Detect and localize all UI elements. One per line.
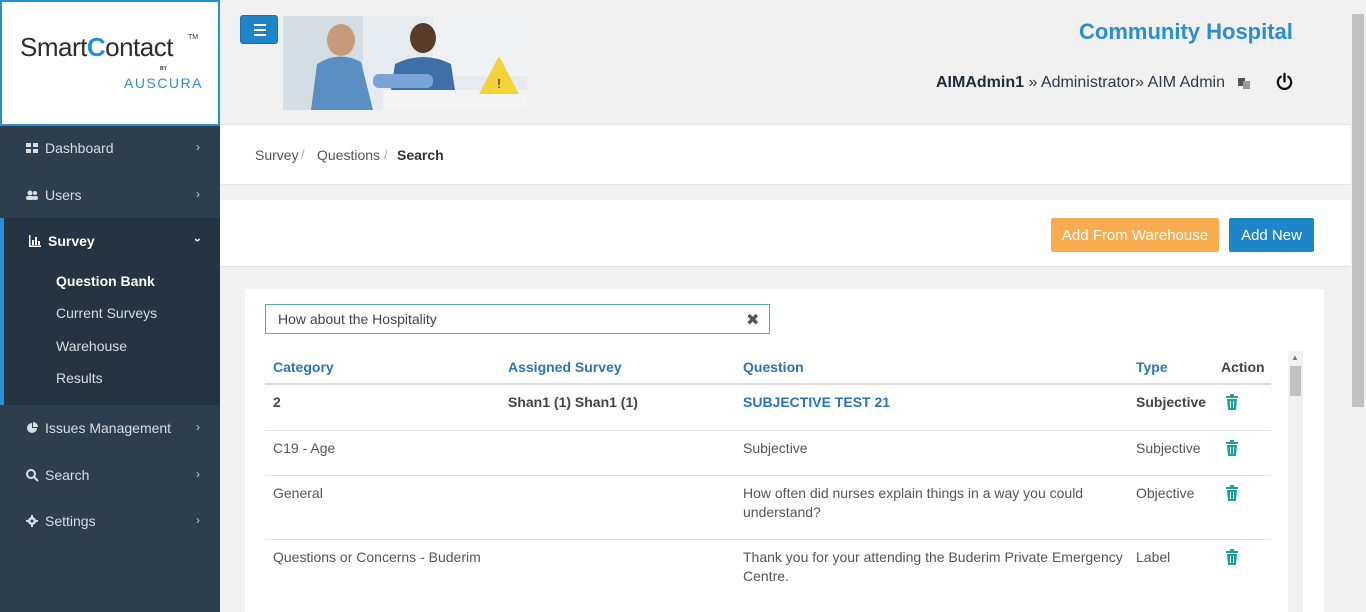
menu-toggle-button[interactable] bbox=[240, 15, 278, 44]
breadcrumb-separator: / bbox=[301, 147, 305, 162]
cell-category: Questions or Concerns - Buderim bbox=[273, 549, 481, 565]
sidebar-sub-warehouse[interactable]: Warehouse bbox=[56, 338, 127, 354]
sidebar-item-label: Users bbox=[45, 187, 82, 203]
brand-name: SmartContact bbox=[20, 32, 173, 62]
breadcrumb bbox=[220, 125, 1350, 185]
add-from-warehouse-button[interactable]: Add From Warehouse bbox=[1051, 218, 1219, 252]
cell-category: 2 bbox=[273, 394, 281, 410]
sidebar-item-label: Dashboard bbox=[45, 140, 114, 156]
svg-text:!: ! bbox=[497, 77, 502, 91]
sidebar-item-label: Survey bbox=[48, 233, 95, 249]
sidebar-item-issues-management[interactable]: Issues Management › bbox=[0, 408, 220, 448]
column-header-category[interactable]: Category bbox=[273, 359, 334, 375]
sidebar-item-settings[interactable]: Settings › bbox=[0, 501, 220, 541]
chevron-right-icon: › bbox=[196, 187, 200, 201]
chevron-down-icon: › bbox=[191, 238, 205, 242]
chevron-right-icon: › bbox=[196, 420, 200, 434]
user-info: AIMAdmin1 » Administrator» AIM Admin bbox=[936, 74, 1225, 92]
brand-sub: AUSCURA bbox=[124, 75, 203, 91]
column-header-assigned-survey[interactable]: Assigned Survey bbox=[508, 359, 622, 375]
cell-type: Objective bbox=[1136, 485, 1195, 501]
cell-type: Subjective bbox=[1136, 394, 1207, 410]
brand-logo[interactable]: SmartContact TM BY AUSCURA bbox=[0, 0, 220, 126]
clear-search-icon[interactable]: ✖ bbox=[746, 310, 759, 330]
add-new-button[interactable]: Add New bbox=[1229, 218, 1314, 252]
gear-icon bbox=[26, 515, 38, 527]
breadcrumb-current: Search bbox=[397, 147, 444, 163]
sidebar-item-users[interactable]: Users › bbox=[0, 175, 220, 215]
table-scrollbar-thumb[interactable] bbox=[1290, 366, 1301, 396]
language-icon[interactable] bbox=[1237, 76, 1251, 90]
sidebar-sub-results[interactable]: Results bbox=[56, 370, 103, 386]
sidebar-sub-question-bank[interactable]: Question Bank bbox=[56, 273, 155, 289]
sidebar-item-label: Issues Management bbox=[45, 420, 172, 436]
hospital-title: Community Hospital bbox=[1079, 19, 1293, 44]
brand-trademark: TM bbox=[188, 34, 199, 41]
cell-question-link[interactable]: SUBJECTIVE TEST 21 bbox=[743, 393, 890, 412]
trash-icon[interactable] bbox=[1225, 440, 1239, 456]
trash-icon[interactable] bbox=[1225, 485, 1239, 501]
search-field[interactable] bbox=[265, 304, 770, 334]
scroll-up-arrow-icon[interactable]: ▲ bbox=[1291, 353, 1299, 362]
trash-icon[interactable] bbox=[1225, 549, 1239, 565]
pie-chart-icon bbox=[27, 422, 38, 433]
trash-icon[interactable] bbox=[1225, 394, 1239, 410]
user-role: » Administrator» AIM Admin bbox=[1024, 74, 1225, 91]
row-divider bbox=[265, 475, 1271, 476]
breadcrumb-survey[interactable]: Survey bbox=[255, 147, 299, 163]
sidebar-item-label: Settings bbox=[45, 513, 96, 529]
power-icon[interactable] bbox=[1275, 72, 1294, 91]
breadcrumb-questions[interactable]: Questions bbox=[317, 147, 380, 163]
sidebar-item-search[interactable]: Search › bbox=[0, 455, 220, 495]
page-scrollbar-thumb[interactable] bbox=[1352, 14, 1364, 407]
sidebar-item-dashboard[interactable]: Dashboard › bbox=[0, 128, 220, 168]
row-divider bbox=[265, 539, 1271, 540]
column-header-question[interactable]: Question bbox=[743, 359, 804, 375]
username[interactable]: AIMAdmin1 bbox=[936, 74, 1024, 91]
cell-question-continued: understand? bbox=[743, 504, 821, 520]
chevron-right-icon: › bbox=[196, 140, 200, 154]
column-header-action: Action bbox=[1221, 359, 1265, 375]
sidebar-item-label: Search bbox=[45, 467, 90, 483]
brand-by: BY bbox=[160, 66, 167, 72]
cell-category: C19 - Age bbox=[273, 440, 336, 456]
sidebar-item-survey[interactable]: Survey › bbox=[0, 221, 220, 261]
column-header-type[interactable]: Type bbox=[1136, 359, 1168, 375]
cell-type: Subjective bbox=[1136, 440, 1201, 456]
cell-assigned-survey: Shan1 (1) Shan1 (1) bbox=[508, 394, 638, 410]
row-divider bbox=[265, 430, 1271, 431]
chevron-right-icon: › bbox=[196, 513, 200, 527]
sidebar: SmartContact TM BY AUSCURA Dashboard › U… bbox=[0, 0, 220, 612]
cell-question: How often did nurses explain things in a… bbox=[743, 485, 1084, 501]
dashboard-icon bbox=[26, 143, 38, 153]
header-banner-image: ! bbox=[283, 16, 527, 110]
cell-question-continued: Centre. bbox=[743, 568, 789, 584]
bar-chart-icon bbox=[29, 235, 41, 247]
search-icon bbox=[26, 469, 39, 482]
sidebar-sub-current-surveys[interactable]: Current Surveys bbox=[56, 305, 157, 321]
users-icon bbox=[26, 190, 38, 200]
chevron-right-icon: › bbox=[196, 467, 200, 481]
cell-type: Label bbox=[1136, 549, 1171, 565]
cell-category: General bbox=[273, 485, 323, 501]
table-header-divider bbox=[265, 383, 1271, 385]
cell-question: Thank you for your attending the Buderim… bbox=[743, 549, 1123, 565]
breadcrumb-separator: / bbox=[384, 147, 388, 162]
search-input[interactable] bbox=[278, 311, 738, 327]
cell-question: Subjective bbox=[743, 440, 808, 456]
